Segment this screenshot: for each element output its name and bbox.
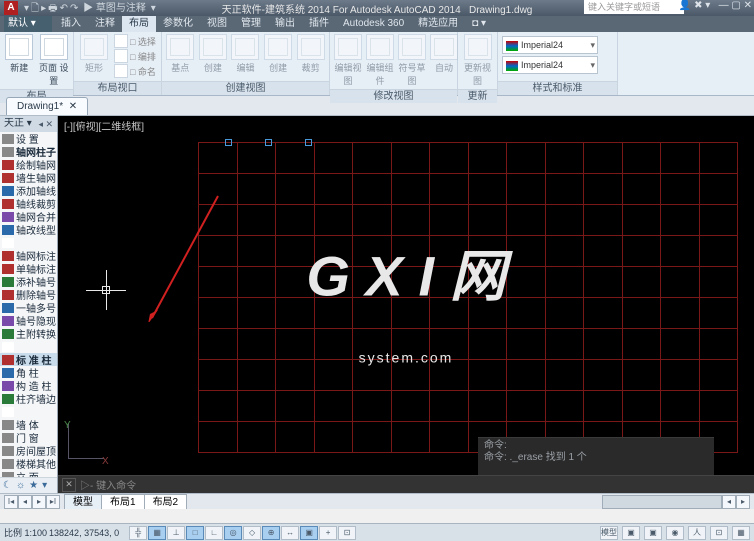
status-toggle-6[interactable]: ◇	[243, 526, 261, 540]
ribbon-tab-6[interactable]: 输出	[268, 16, 302, 32]
viewport-select[interactable]: □ 选择	[114, 34, 156, 48]
status-right-0[interactable]: 模型	[600, 526, 618, 540]
command-icon[interactable]: ✕	[62, 478, 76, 492]
quick-access-toolbar[interactable]: ▾🗋▸🖶↶↷ ▶ 草图与注释 ▾	[24, 0, 158, 18]
status-right-5[interactable]: ⊡	[710, 526, 728, 540]
status-right-4[interactable]: 人	[688, 526, 706, 540]
tarch-palette: 天正 ▾ ◂ ✕ 设 置轴网柱子绘制轴网墙生轴网添加轴线轴线裁剪轴网合并轴改线型…	[0, 116, 58, 493]
ribbon-btn[interactable]: 创建	[199, 34, 228, 74]
layout-tab-1[interactable]: 布局1	[101, 494, 145, 509]
ribbon-tab-2[interactable]: 布局	[122, 16, 156, 32]
layout-nav-btn[interactable]: ▸I	[46, 495, 60, 509]
scrollbar-handle[interactable]	[602, 495, 722, 509]
ribbon-btn[interactable]: 编辑视图	[334, 34, 362, 87]
palette-foot-icon[interactable]: ☾	[3, 480, 12, 491]
ribbon: 新建 页面 设置 布局 矩形 □ 选择 □ 编排 □ 命名 布局视口 基点创建编…	[0, 32, 754, 96]
ribbon-btn[interactable]: 编辑组件	[366, 34, 394, 87]
status-right-2[interactable]: ▣	[644, 526, 662, 540]
palette-item-7[interactable]: 轴改线型	[0, 223, 57, 236]
palette-item-20[interactable]: 柱齐墙边	[0, 392, 57, 405]
window-buttons[interactable]: 👤 ✖ ▾ — ▢ ✕	[679, 0, 752, 11]
app-menu-tab[interactable]: 默认 ▾	[4, 16, 52, 32]
ribbon-btn[interactable]: 创建	[264, 34, 293, 74]
style-combo-1[interactable]: Imperial24	[502, 36, 598, 54]
update-view-button[interactable]: 更新视图	[462, 34, 493, 87]
palette-title[interactable]: 天正 ▾	[4, 116, 32, 132]
help-search-input[interactable]: 键入关键字或短语	[584, 0, 684, 14]
ribbon-tab-0[interactable]: 插入	[54, 16, 88, 32]
layout-tab-2[interactable]: 布局2	[144, 494, 188, 509]
status-toggle-11[interactable]: ⊡	[338, 526, 356, 540]
palette-foot-icon[interactable]: ▾	[42, 480, 47, 491]
ribbon-btn[interactable]: 基点	[166, 34, 195, 74]
ribbon-tab-10[interactable]: ◘ ▾	[465, 16, 493, 32]
ribbon-tab-8[interactable]: Autodesk 360	[336, 16, 411, 32]
viewport-label[interactable]: [-][俯视][二维线框]	[58, 116, 754, 132]
panel-title-viewport: 布局视口	[74, 81, 161, 95]
palette-item-15[interactable]: 主附转换	[0, 327, 57, 340]
viewport-named[interactable]: □ 命名	[114, 64, 156, 78]
workspace-switcher: ▶ 草图与注释	[83, 3, 146, 14]
new-layout-button[interactable]: 新建	[4, 34, 35, 74]
panel-title-createview: 创建视图	[162, 81, 329, 95]
palette-item-26[interactable]: 立 面	[0, 470, 57, 477]
ribbon-tab-3[interactable]: 参数化	[156, 16, 200, 32]
ribbon-btn[interactable]: 符号草图	[398, 34, 426, 87]
viewport-arrange[interactable]: □ 编排	[114, 49, 156, 63]
ribbon-tab-7[interactable]: 插件	[302, 16, 336, 32]
layout-tabs-strip: I◂◂▸▸I 模型布局1布局2 ◂▸	[0, 493, 754, 509]
coordinates-display[interactable]: 138242, 37543, 0	[49, 528, 119, 538]
ribbon-btn[interactable]: 裁剪	[296, 34, 325, 74]
status-toggle-2[interactable]: ⊥	[167, 526, 185, 540]
status-right-3[interactable]: ◉	[666, 526, 684, 540]
layout-nav-btn[interactable]: ◂	[18, 495, 32, 509]
command-history: 命令: 命令: ._erase 找到 1 个	[478, 437, 714, 475]
status-right-1[interactable]: ▣	[622, 526, 640, 540]
drawing-canvas[interactable]: Y X G X I 网 system.com 命令: 命令: ._erase 找…	[58, 132, 754, 475]
ribbon-tab-9[interactable]: 精选应用	[411, 16, 465, 32]
status-toggle-7[interactable]: ⊕	[262, 526, 280, 540]
status-toggle-4[interactable]: ∟	[205, 526, 223, 540]
ribbon-tab-5[interactable]: 管理	[234, 16, 268, 32]
panel-title-modifyview: 修改视图	[330, 89, 457, 103]
crosshair-cursor	[86, 270, 126, 310]
status-toggle-9[interactable]: ▣	[300, 526, 318, 540]
status-toggle-10[interactable]: +	[319, 526, 337, 540]
ribbon-btn[interactable]: 自动	[430, 34, 458, 74]
status-toggle-3[interactable]: □	[186, 526, 204, 540]
status-toggle-5[interactable]: ◎	[224, 526, 242, 540]
status-toggle-8[interactable]: ↔	[281, 526, 299, 540]
rect-viewport-button[interactable]: 矩形	[78, 34, 110, 74]
status-bar: 比例 1:100 138242, 37543, 0 ╬▦⊥□∟◎◇⊕↔▣+⊡ 模…	[0, 523, 754, 541]
ribbon-tab-4[interactable]: 视图	[200, 16, 234, 32]
palette-foot-icon[interactable]: ★	[29, 480, 38, 491]
panel-title-style: 样式和标准	[498, 81, 617, 95]
layout-nav-btn[interactable]: ▸	[32, 495, 46, 509]
ucs-y-label: Y	[64, 420, 71, 431]
scale-display[interactable]: 比例 1:100	[4, 526, 47, 539]
drawing-tab[interactable]: Drawing1* ✕	[6, 97, 88, 115]
status-toggle-0[interactable]: ╬	[129, 526, 147, 540]
app-logo[interactable]: A	[4, 1, 18, 15]
panel-title-update: 更新	[458, 89, 497, 103]
layout-nav-btn[interactable]: I◂	[4, 495, 18, 509]
status-toggle-1[interactable]: ▦	[148, 526, 166, 540]
ribbon-tab-1[interactable]: 注释	[88, 16, 122, 32]
palette-foot-icon[interactable]: ☼	[16, 480, 25, 491]
watermark: G X I 网 system.com	[306, 231, 505, 376]
page-setup-button[interactable]: 页面 设置	[39, 34, 70, 87]
command-input[interactable]: ✕ ▷- 键入命令	[58, 475, 754, 493]
palette-controls[interactable]: ◂ ✕	[38, 116, 53, 132]
ribbon-btn[interactable]: 编辑	[231, 34, 260, 74]
status-right-6[interactable]: ▦	[732, 526, 750, 540]
ucs-x-label: X	[102, 456, 109, 467]
layout-tab-0[interactable]: 模型	[64, 494, 102, 509]
style-combo-2[interactable]: Imperial24	[502, 56, 598, 74]
